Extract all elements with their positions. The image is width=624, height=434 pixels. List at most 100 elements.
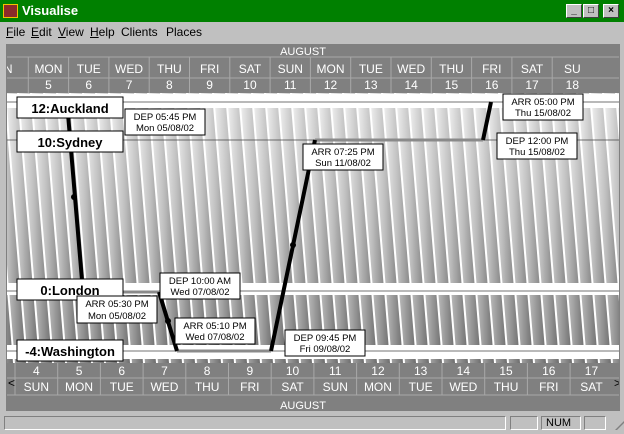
callout-dep-auckland[interactable]: DEP 05:45 PM Mon 05/08/02 xyxy=(124,108,206,136)
place-sydney[interactable]: 10:Sydney xyxy=(37,135,103,150)
callout-dep-sydney[interactable]: DEP 12:00 PM Thu 15/08/02 xyxy=(496,132,578,160)
svg-text:ARR 05:10 PM: ARR 05:10 PM xyxy=(183,321,246,332)
top-weekday-label: SU xyxy=(564,62,581,76)
title-bar: Visualise _ □ × xyxy=(0,0,624,22)
bottom-weekday-label: THU xyxy=(195,380,220,394)
callout-arr-auckland[interactable]: ARR 05:00 PM Thu 15/08/02 xyxy=(502,93,584,121)
svg-text:ARR 07:25 PM: ARR 07:25 PM xyxy=(311,147,374,158)
top-weekday-label: FRI xyxy=(482,62,501,76)
bottom-weekday-label: MON xyxy=(65,380,93,394)
bottom-weekday-label: TUE xyxy=(110,380,134,394)
top-weekday-label: FRI xyxy=(200,62,219,76)
status-panel xyxy=(510,416,538,430)
top-weekday-label: N xyxy=(7,62,12,76)
top-date-label: 18 xyxy=(566,78,580,92)
svg-text:Wed 07/08/02: Wed 07/08/02 xyxy=(171,287,230,298)
status-message-panel xyxy=(4,416,506,430)
svg-text:DEP 09:45 PM: DEP 09:45 PM xyxy=(294,333,357,344)
svg-text:Mon 05/08/02: Mon 05/08/02 xyxy=(136,123,194,134)
top-date-label: 6 xyxy=(85,78,92,92)
top-date-label: 8 xyxy=(166,78,173,92)
minimize-button[interactable]: _ xyxy=(566,4,582,18)
bottom-weekday-label: SAT xyxy=(281,380,304,394)
callout-arr-london[interactable]: ARR 05:30 PM Mon 05/08/02 xyxy=(76,295,158,324)
top-weekday-label: WED xyxy=(115,62,143,76)
bottom-weekday-label: THU xyxy=(494,380,519,394)
svg-text:DEP 12:00 PM: DEP 12:00 PM xyxy=(506,136,569,147)
callout-arr-washington[interactable]: ARR 05:10 PM Wed 07/08/02 xyxy=(174,317,256,345)
month-label-bottom: AUGUST xyxy=(280,400,326,411)
top-date-label: 5 xyxy=(45,78,52,92)
top-date-label: 7 xyxy=(126,78,133,92)
window-title: Visualise xyxy=(22,3,79,18)
flight-marker xyxy=(71,194,77,200)
top-weekday-label: SUN xyxy=(278,62,303,76)
callout-dep-london[interactable]: DEP 10:00 AM Wed 07/08/02 xyxy=(159,272,241,300)
maximize-button[interactable]: □ xyxy=(583,4,599,18)
bottom-date-label: 12 xyxy=(371,364,385,378)
menu-clients[interactable]: Clients xyxy=(121,25,158,39)
top-weekday-label: MON xyxy=(317,62,345,76)
bottom-date-label: 16 xyxy=(542,364,556,378)
flight-marker xyxy=(290,242,296,248)
top-weekday-label: SAT xyxy=(521,62,544,76)
bottom-date-label: 7 xyxy=(161,364,168,378)
menu-help[interactable]: Help xyxy=(90,25,115,39)
top-weekday-label: THU xyxy=(157,62,182,76)
num-lock-indicator: NUM xyxy=(541,416,581,430)
menu-view[interactable]: View xyxy=(58,25,84,39)
menu-places[interactable]: Places xyxy=(166,25,202,39)
month-label-top: AUGUST xyxy=(280,46,326,58)
place-washington[interactable]: -4:Washington xyxy=(25,344,115,359)
place-auckland[interactable]: 12:Auckland xyxy=(31,101,108,116)
resize-grip-icon[interactable] xyxy=(605,420,624,430)
bottom-weekday-label: SAT xyxy=(580,380,603,394)
bottom-weekday-label: WED xyxy=(449,380,477,394)
menu-file[interactable]: File xyxy=(6,25,25,39)
svg-text:Thu 15/08/02: Thu 15/08/02 xyxy=(515,108,571,119)
close-button[interactable]: × xyxy=(603,4,619,18)
top-date-label: 15 xyxy=(445,78,459,92)
bottom-date-label: 14 xyxy=(457,364,471,378)
bottom-date-label: 15 xyxy=(499,364,513,378)
top-date-label: 11 xyxy=(284,78,297,92)
bottom-weekday-label: FRI xyxy=(240,380,259,394)
menu-edit[interactable]: Edit xyxy=(31,25,52,39)
scroll-left-arrow[interactable]: < xyxy=(8,376,15,390)
svg-text:Wed 07/08/02: Wed 07/08/02 xyxy=(186,332,245,343)
top-date-label: 14 xyxy=(404,78,418,92)
bottom-date-label: 17 xyxy=(585,364,599,378)
bottom-date-label: 8 xyxy=(204,364,211,378)
top-date-label: 9 xyxy=(206,78,213,92)
svg-text:DEP 05:45 PM: DEP 05:45 PM xyxy=(134,112,197,123)
bottom-weekday-label: SUN xyxy=(323,380,348,394)
bottom-weekday-label: WED xyxy=(150,380,178,394)
svg-text:ARR 05:30 PM: ARR 05:30 PM xyxy=(85,299,148,310)
bottom-date-label: 9 xyxy=(247,364,254,378)
top-date-label: 10 xyxy=(243,78,257,92)
bottom-date-label: 6 xyxy=(118,364,125,378)
bottom-weekday-label: MON xyxy=(364,380,392,394)
top-weekday-label: THU xyxy=(439,62,464,76)
top-date-label: 13 xyxy=(364,78,378,92)
top-weekday-label: TUE xyxy=(77,62,101,76)
flight-marker xyxy=(165,318,171,324)
svg-text:DEP 10:00 AM: DEP 10:00 AM xyxy=(169,276,231,287)
svg-text:ARR 05:00 PM: ARR 05:00 PM xyxy=(511,97,574,108)
bottom-date-header: AUGUST 4 SUN 5 MON 6 TUE 7 WED 8 THU 9 FRI 10 SAT 11 SU… xyxy=(7,363,620,411)
callout-dep-washington[interactable]: DEP 09:45 PM Fri 09/08/02 xyxy=(284,329,366,357)
bottom-date-label: 11 xyxy=(329,364,342,378)
svg-text:Fri 09/08/02: Fri 09/08/02 xyxy=(300,344,351,355)
callout-arr-sydney[interactable]: ARR 07:25 PM Sun 11/08/02 xyxy=(302,143,384,171)
itinerary-chart: AUGUST N MON 5 TUE 6 WED 7 THU 8 FRI 9 SAT 10 SUN 11 MO… xyxy=(6,44,620,411)
menu-bar: File Edit View Help Clients Places xyxy=(0,22,624,42)
app-icon xyxy=(3,4,18,18)
bottom-weekday-label: TUE xyxy=(409,380,433,394)
scroll-right-arrow[interactable]: > xyxy=(614,376,620,390)
svg-text:Thu 15/08/02: Thu 15/08/02 xyxy=(509,147,565,158)
top-weekday-label: WED xyxy=(397,62,425,76)
top-date-header: AUGUST N MON 5 TUE 6 WED 7 THU 8 FRI 9 SAT 10 SUN 11 MO… xyxy=(7,45,619,93)
top-weekday-label: MON xyxy=(34,62,62,76)
status-panel xyxy=(584,416,606,430)
top-date-label: 17 xyxy=(525,78,539,92)
